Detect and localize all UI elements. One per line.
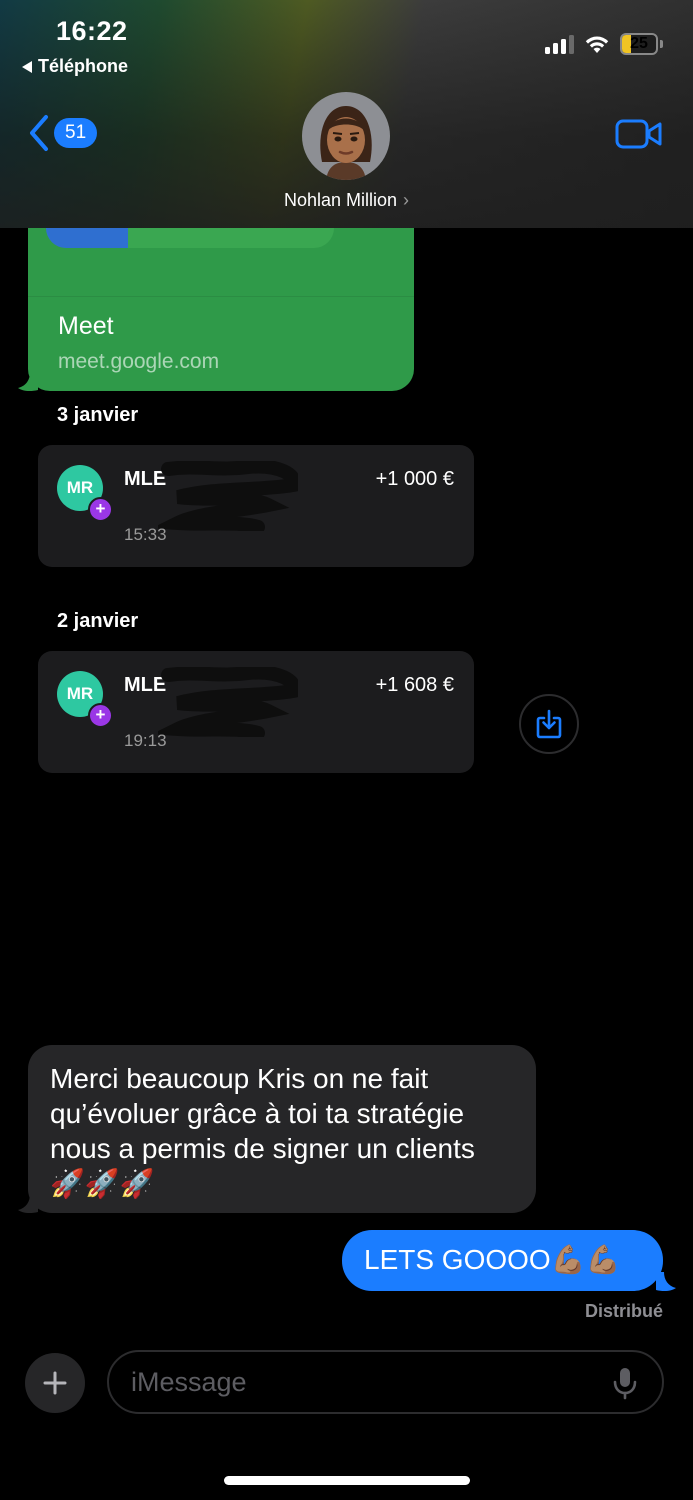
date-label: 2 janvier (57, 610, 139, 632)
conversation-header: 16:22 Téléphone 25 51 Nohlan Million › (0, 0, 693, 228)
incoming-message-bubble[interactable]: Merci beaucoup Kris on ne fait qu’évolue… (28, 1045, 536, 1213)
chevron-right-icon: › (403, 190, 410, 210)
transaction-amount: +1 000 € (375, 468, 454, 490)
plus-badge-icon: + (88, 497, 113, 522)
transaction-time: 15:33 (124, 525, 167, 544)
battery-level: 25 (630, 35, 648, 52)
plus-badge-icon: + (88, 703, 113, 728)
memoji-avatar-icon (320, 106, 372, 180)
link-preview-title: Meet (58, 312, 114, 340)
transaction-time: 19:13 (124, 731, 167, 750)
share-button[interactable] (519, 694, 579, 754)
chevron-left-icon (30, 115, 48, 151)
outgoing-message-text: LETS GOOOO💪🏽💪🏽 (364, 1244, 621, 1275)
apps-plus-button[interactable] (25, 1353, 85, 1413)
incoming-message-text: Merci beaucoup Kris on ne fait qu’évolue… (50, 1063, 475, 1199)
cellular-signal-icon (545, 34, 574, 54)
link-preview-url: meet.google.com (58, 350, 220, 373)
back-to-app[interactable]: Téléphone (22, 56, 128, 77)
message-input[interactable] (107, 1350, 664, 1414)
contact-avatar[interactable] (302, 92, 390, 180)
bubble-tail (656, 1272, 676, 1292)
plus-icon (43, 1371, 67, 1395)
delivery-status: Distribué (584, 1301, 663, 1321)
transaction-card[interactable]: MR + MLE +1 000 € 15:33 (38, 445, 474, 567)
redacted-scribble (158, 667, 298, 737)
status-icons: 25 (545, 30, 663, 58)
transaction-card[interactable]: MR + MLE +1 608 € 19:13 (38, 651, 474, 773)
microphone-icon[interactable] (612, 1366, 638, 1400)
battery-icon: 25 (620, 33, 663, 55)
bubble-tail (18, 372, 38, 392)
contact-name-button[interactable]: Nohlan Million › (0, 190, 693, 211)
share-download-icon (536, 709, 562, 739)
redacted-scribble (158, 461, 298, 531)
back-app-label: Téléphone (38, 56, 129, 76)
contact-name: Nohlan Million (283, 190, 398, 210)
back-button[interactable]: 51 (28, 114, 98, 152)
bubble-tail (18, 1194, 38, 1214)
transaction-amount: +1 608 € (375, 674, 454, 696)
wifi-icon (585, 36, 609, 53)
video-camera-icon[interactable] (615, 118, 663, 150)
status-time: 16:22 (56, 16, 128, 46)
back-triangle-icon (22, 60, 32, 73)
date-label: 3 janvier (57, 404, 139, 426)
link-preview-bubble[interactable]: Meet meet.google.com (28, 200, 414, 391)
home-indicator[interactable] (224, 1476, 470, 1485)
outgoing-message-bubble[interactable]: LETS GOOOO💪🏽💪🏽 (342, 1230, 663, 1291)
unread-badge: 51 (54, 118, 98, 148)
